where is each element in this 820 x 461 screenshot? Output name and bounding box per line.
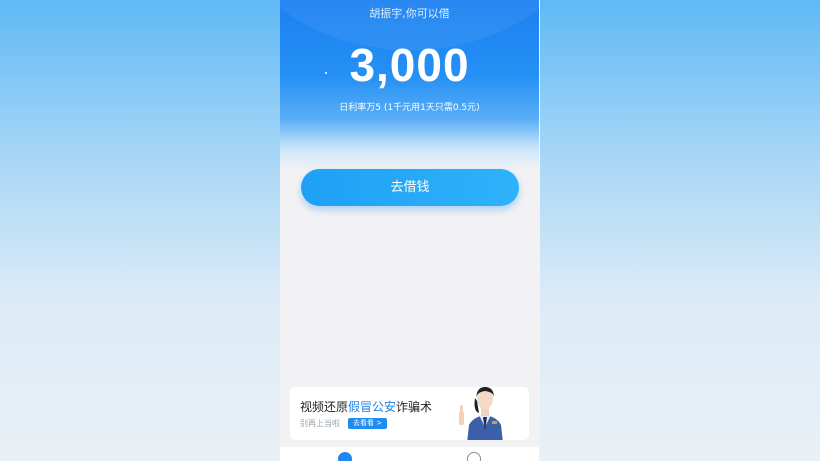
background-left: [0, 0, 280, 461]
banner-title-highlight: 假冒公安: [348, 400, 397, 414]
anti-fraud-banner[interactable]: 视频还原假冒公安诈骗术 别再上当啦 去看看 >: [290, 387, 529, 440]
banner-title-prefix: 视频还原: [300, 400, 349, 414]
hero-section: 胡振宇,你可以借 3,000 日利率万5 (1千元用1天只需0.5元): [280, 0, 539, 170]
credit-amount: 3,000: [349, 39, 470, 91]
message-icon[interactable]: [467, 452, 481, 461]
app-screen: 胡振宇,你可以借 3,000 日利率万5 (1千元用1天只需0.5元) 去借钱 …: [280, 0, 539, 461]
banner-title-suffix: 诈骗术: [396, 400, 433, 414]
banner-subtitle: 别再上当啦: [300, 419, 340, 428]
borrow-button[interactable]: 去借钱: [301, 169, 519, 206]
police-officer-illustration: [459, 387, 503, 440]
background-right: [540, 0, 820, 461]
interest-rate-text: 日利率万5 (1千元用1天只需0.5元): [339, 103, 480, 113]
home-icon[interactable]: [338, 452, 352, 461]
banner-title: 视频还原假冒公安诈骗术: [300, 398, 432, 415]
greeting-text: 胡振宇,你可以借: [369, 7, 450, 20]
bottom-tab-bar: [280, 447, 539, 461]
banner-cta-button[interactable]: 去看看 >: [348, 418, 388, 429]
